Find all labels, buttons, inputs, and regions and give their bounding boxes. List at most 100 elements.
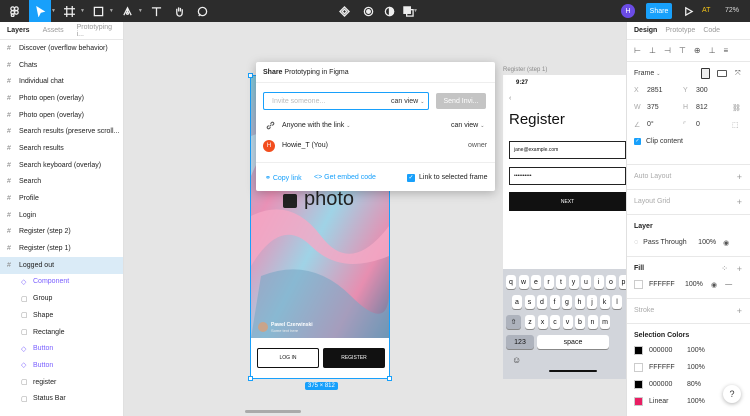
frame-label[interactable]: Register (step 1) — [503, 67, 547, 73]
clip-content-checkbox[interactable]: ✓ — [634, 138, 641, 145]
chevron-down-icon[interactable]: ▼ — [109, 8, 114, 14]
permission-dropdown[interactable]: can view ⌄ — [391, 98, 424, 105]
layer-item[interactable]: # Individual chat — [0, 73, 123, 90]
distribute-icon[interactable]: ≡ — [724, 46, 729, 55]
component-icon[interactable] — [336, 3, 352, 19]
next-button[interactable]: NEXT — [509, 192, 626, 211]
keyboard-key[interactable]: o — [606, 275, 616, 289]
help-button[interactable]: ? — [723, 385, 741, 403]
selection-color-row[interactable]: FFFFFF 100% — [627, 359, 750, 376]
radius-field[interactable]: 0 — [696, 121, 732, 128]
layer-item[interactable]: # Register (step 1) — [0, 240, 123, 257]
add-grid-icon[interactable]: + — [737, 197, 742, 207]
register-frame[interactable]: 9:27 ‹ Register jane@example.com •••••••… — [503, 75, 629, 379]
layer-item[interactable]: ▢ register — [0, 374, 123, 391]
fill-swatch[interactable] — [634, 280, 643, 289]
layer-item[interactable]: # Search keyboard (overlay) — [0, 157, 123, 174]
layer-item[interactable]: ▢ Shape — [0, 307, 123, 324]
layer-item[interactable]: # Discover (overflow behavior) — [0, 40, 123, 57]
keyboard-key[interactable]: z — [525, 315, 535, 329]
layer-item[interactable]: # Search — [0, 174, 123, 191]
height-field[interactable]: 812 — [696, 104, 732, 111]
independent-corners-icon[interactable]: ⬚ — [732, 121, 739, 129]
pen-tool-icon[interactable] — [120, 3, 136, 19]
chevron-down-icon[interactable]: ▼ — [413, 8, 418, 14]
layer-item[interactable]: # Search results (preserve scroll... — [0, 123, 123, 140]
keyboard-key[interactable]: b — [575, 315, 585, 329]
fill-opacity-field[interactable]: 100% — [685, 281, 711, 288]
align-left-icon[interactable]: ⊢ — [634, 46, 641, 55]
keyboard-key[interactable]: x — [537, 315, 548, 329]
keyboard-key[interactable]: r — [543, 275, 554, 289]
keyboard-123-key[interactable]: 123 — [506, 335, 534, 349]
add-fill-icon[interactable]: + — [737, 264, 742, 274]
user-initials[interactable]: AT — [702, 7, 710, 14]
keyboard-key[interactable]: j — [587, 295, 597, 309]
blend-mode-dropdown[interactable]: Pass Through — [643, 239, 698, 246]
tab-design[interactable]: Design — [634, 27, 657, 34]
resize-handle[interactable] — [387, 376, 392, 381]
link-scope-dropdown[interactable]: Anyone with the link ⌄ — [282, 122, 350, 129]
layer-item[interactable]: ▢ Rectangle — [0, 324, 123, 341]
keyboard-key[interactable]: c — [550, 315, 560, 329]
chevron-down-icon[interactable]: ▼ — [80, 8, 85, 14]
keyboard-key[interactable]: i — [593, 275, 604, 289]
keyboard-key[interactable]: f — [549, 295, 560, 309]
align-top-icon[interactable]: ⊤ — [679, 46, 686, 55]
layer-item[interactable]: # Profile — [0, 190, 123, 207]
emoji-key-icon[interactable]: ☺ — [512, 355, 521, 365]
resize-to-fit-icon[interactable]: ⤧ — [735, 70, 741, 78]
tab-prototype[interactable]: Prototype — [665, 27, 695, 34]
email-field[interactable]: jane@example.com — [509, 141, 626, 159]
y-field[interactable]: 300 — [696, 87, 732, 94]
shift-key-icon[interactable]: ⇧ — [506, 315, 521, 329]
frame-type-dropdown[interactable]: Frame ⌄ — [634, 70, 660, 77]
add-auto-layout-icon[interactable]: + — [737, 172, 742, 182]
constrain-proportions-icon[interactable]: ⛓ — [732, 104, 741, 112]
keyboard-key[interactable]: y — [568, 275, 579, 289]
zoom-level[interactable]: 72% — [725, 7, 739, 14]
copy-link-button[interactable]: ⚭ Copy link — [265, 174, 302, 182]
layer-item[interactable]: ▢ Status Bar — [0, 390, 123, 407]
layer-item[interactable]: ◇ Button — [0, 357, 123, 374]
space-key[interactable]: space — [537, 335, 609, 349]
layer-item[interactable]: # Photo open (overlay) — [0, 107, 123, 124]
eye-icon[interactable]: ◉ — [723, 239, 729, 247]
align-middle-icon[interactable]: ⊕ — [694, 46, 701, 55]
keyboard-key[interactable]: g — [562, 295, 572, 309]
layer-item[interactable]: # Chats — [0, 57, 123, 74]
move-tool-icon[interactable] — [29, 0, 51, 22]
fill-icon[interactable] — [381, 3, 397, 19]
tab-page[interactable]: Prototyping i... — [77, 24, 112, 38]
keyboard-key[interactable]: h — [574, 295, 585, 309]
resize-handle[interactable] — [248, 73, 253, 78]
layer-opacity-field[interactable]: 100% — [698, 239, 723, 246]
add-stroke-icon[interactable]: + — [737, 306, 742, 316]
width-field[interactable]: 375 — [647, 104, 683, 111]
share-button[interactable]: Share — [646, 3, 672, 19]
keyboard-key[interactable]: l — [612, 295, 622, 309]
password-field[interactable]: •••••••••• — [509, 167, 626, 185]
keyboard-key[interactable]: u — [581, 275, 591, 289]
keyboard-key[interactable]: e — [531, 275, 541, 289]
tab-code[interactable]: Code — [703, 27, 720, 34]
layer-item[interactable]: # Search results — [0, 140, 123, 157]
fill-styles-icon[interactable]: ⁘ — [721, 264, 728, 273]
keyboard-key[interactable]: q — [506, 275, 516, 289]
remove-fill-icon[interactable]: — — [725, 281, 732, 288]
keyboard-key[interactable]: n — [587, 315, 598, 329]
keyboard-key[interactable]: k — [599, 295, 610, 309]
keyboard-key[interactable]: t — [556, 275, 566, 289]
chevron-down-icon[interactable]: ▼ — [138, 8, 143, 14]
tab-assets[interactable]: Assets — [43, 27, 64, 34]
align-center-h-icon[interactable]: ⊥ — [649, 46, 656, 55]
horizontal-scrollbar[interactable] — [245, 410, 301, 413]
keyboard-key[interactable]: m — [600, 315, 610, 329]
layer-item[interactable]: ◇ Component — [0, 274, 123, 291]
color-swatch[interactable] — [634, 363, 643, 372]
rectangle-tool-icon[interactable] — [91, 3, 107, 19]
text-tool-icon[interactable] — [149, 3, 165, 19]
keyboard-key[interactable]: v — [562, 315, 573, 329]
play-icon[interactable] — [680, 3, 696, 19]
send-invite-button[interactable]: Send Invi... — [436, 93, 486, 109]
